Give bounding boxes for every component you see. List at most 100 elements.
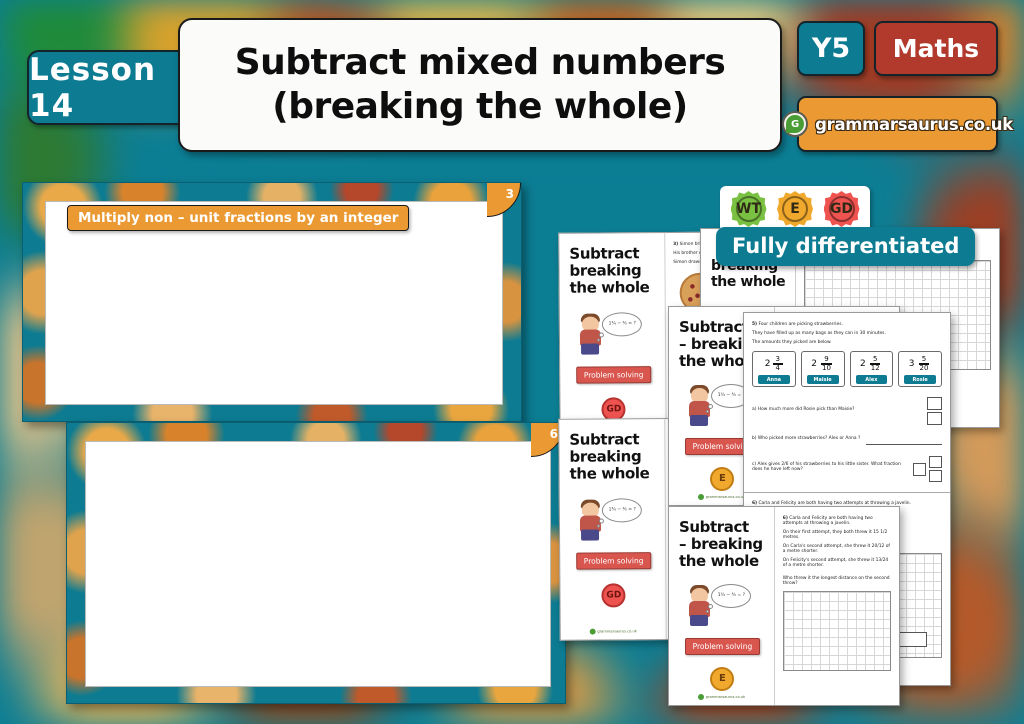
gd-badge-icon: GD (823, 191, 860, 227)
difficulty-badge-e: E (710, 666, 735, 691)
e-badge-icon: E (777, 191, 813, 227)
character-legs (690, 614, 709, 626)
child-name-tab: Anna (758, 375, 790, 385)
child-amount-card: 2 5 12 Alex (849, 351, 894, 388)
question-line: Who threw it the longest distance on the… (782, 576, 890, 586)
thought-bubble-icon: 1¾ − ⅘ = ? (602, 312, 643, 337)
answer-box[interactable] (927, 397, 942, 411)
page-title: Subtract mixed numbers (breaking the who… (178, 18, 782, 152)
worksheet-cover-title: Subtract – breaking the whole (679, 519, 766, 570)
thought-dot-large (599, 518, 605, 524)
worksheet-brand-label: grammarsaurus.co.uk (705, 495, 746, 499)
question-line: The amounts they picked are below. (752, 340, 832, 345)
answer-box[interactable] (929, 456, 942, 469)
difficulty-badge-e: E (710, 466, 735, 491)
child-name-tab: Rosie (904, 375, 936, 385)
brand-badge[interactable]: G grammarsaurus.co.uk (782, 96, 1013, 152)
wt-badge-label: WT (736, 201, 761, 217)
fraction-denominator: 20 (919, 364, 929, 373)
slide-card-page-6[interactable]: 6 Multiply non – unit fractions by an in… (66, 422, 566, 704)
worksheet-brand-logo-icon (697, 694, 704, 700)
section-divider (744, 492, 950, 494)
gd-badge-label: GD (829, 201, 854, 217)
fully-differentiated-label: Fully differentiated (716, 227, 976, 266)
child-amount-card: 3 5 20 Rosie (898, 351, 942, 388)
question-line: On Felicity's second attempt, she threw … (782, 558, 889, 568)
answer-rule-line[interactable] (866, 444, 942, 446)
grammarsaurus-logo-icon: G (782, 111, 809, 137)
mixed-whole: 2 (764, 359, 771, 370)
question-text: Four children are picking strawberries. (758, 322, 843, 327)
question-line: They have filled up as many bags as they… (752, 331, 886, 336)
mixed-whole: 2 (811, 359, 818, 370)
worksheet-cover-left: Subtract breaking the whole 1¾ − ⅘ = ? P… (559, 419, 667, 640)
header: Lesson 14 Subtract mixed numbers (breaki… (0, 0, 1024, 170)
question-number: 5) (752, 322, 758, 327)
thought-dot-large (708, 603, 714, 609)
worksheet-title-line: breaking (569, 261, 642, 280)
answer-box[interactable] (927, 412, 942, 426)
slide-content-area (85, 441, 551, 687)
page-number-label: 3 (505, 187, 514, 201)
child-amount-card: 2 3 4 Anna (752, 351, 796, 388)
year-group-tag: Y5 (797, 21, 865, 76)
worksheet-brand: grammarsaurus.co.uk (561, 628, 666, 635)
worksheet-title-line: the whole (679, 551, 759, 570)
question-line: On Carla's second attempt, she threw it … (782, 544, 890, 554)
thought-bubble-icon: 1¾ − ⅘ = ? (711, 583, 752, 608)
page-title-line1: Subtract mixed numbers (234, 42, 726, 84)
worksheet-brand: grammarsaurus.co.uk (669, 694, 774, 700)
worksheet-brand-logo-icon (589, 628, 596, 635)
mixed-number: 2 3 4 (758, 355, 790, 373)
slide-content-area (45, 201, 503, 405)
question-line: 5) Four children are picking strawberrie… (752, 322, 942, 327)
worksheet-e-2[interactable]: Subtract – breaking the whole 1¾ − ⅘ = ?… (668, 506, 900, 706)
mixed-whole: 2 (860, 359, 866, 370)
wt-badge-icon: WT (730, 191, 767, 227)
question-line: c) Alex gives 2/6 of his strawberries to… (752, 462, 901, 473)
differentiation-icons: WT E GD (720, 186, 870, 232)
difficulty-badge-label: GD (606, 590, 622, 601)
child-name-tab: Alex (855, 375, 888, 385)
question-line: a) How much more did Rosie pick than Mai… (752, 406, 855, 412)
child-name-tab: Maisie (806, 375, 839, 385)
thought-bubble-icon: 1¾ − ⅘ = ? (602, 498, 643, 523)
character-legs (581, 343, 600, 355)
problem-solving-label: Problem solving (576, 365, 652, 384)
answer-box[interactable] (929, 470, 942, 483)
slide-card-page-3[interactable]: 3 Multiply non – unit fractions by an in… (22, 182, 522, 422)
question-number: 3) (673, 241, 679, 248)
answer-fraction-boxes[interactable] (927, 397, 942, 426)
slide-title-bar: Multiply non – unit fractions by an inte… (67, 205, 410, 231)
worksheet-title-line: Subtract (679, 518, 749, 536)
problem-solving-label: Problem solving (576, 551, 652, 570)
fraction-denominator: 4 (775, 364, 780, 373)
answer-fraction-boxes[interactable] (913, 456, 942, 483)
mixed-fraction: 9 10 (819, 355, 834, 372)
brand-logo-letter: G (786, 115, 805, 133)
worksheet-title-line: the whole (569, 464, 650, 483)
student-character-illustration: 1¾ − ⅘ = ? (574, 312, 652, 359)
mixed-number: 2 9 10 (807, 355, 839, 372)
subject-tag: Maths (874, 21, 998, 76)
worksheet-title-line: breaking (569, 447, 642, 466)
worksheet-brand-logo-icon (697, 494, 704, 500)
difficulty-badge-label: E (718, 673, 726, 685)
worksheet-brand-label: grammarsaurus.co.uk (705, 695, 746, 699)
mixed-fraction: 5 12 (868, 355, 883, 373)
answer-grid-box[interactable] (782, 591, 891, 671)
character-legs (581, 529, 600, 541)
worksheet-question-area: 6) Carla and Felicity are both having tw… (775, 507, 899, 705)
worksheet-title-line: the whole (711, 273, 786, 290)
answer-box[interactable] (913, 462, 926, 476)
fraction-denominator: 12 (870, 364, 880, 373)
slide-page-number-3: 3 (487, 183, 521, 217)
e-badge-label: E (790, 201, 800, 217)
mixed-fraction: 3 4 (772, 355, 783, 373)
brand-url-label: grammarsaurus.co.uk (815, 114, 1013, 134)
worksheet-title-line: – breaking (679, 534, 763, 553)
thought-dot-large (708, 403, 714, 409)
question-line: b) Who picked more strawberries? Alex or… (752, 436, 861, 442)
question-line: On their first attempt, they both threw … (782, 530, 888, 540)
question-text: Carla and Felicity are both having two a… (782, 516, 873, 526)
